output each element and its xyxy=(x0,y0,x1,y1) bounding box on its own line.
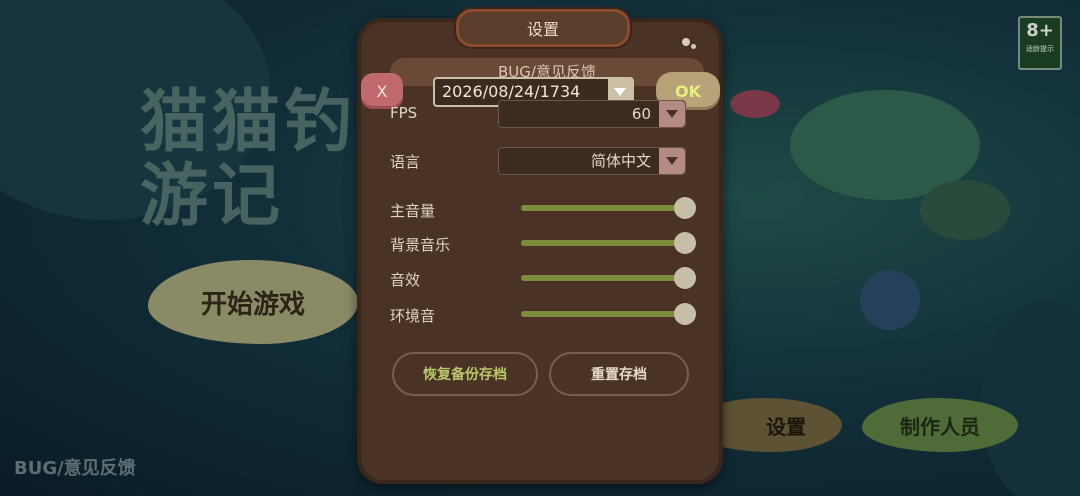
age-rating-badge: 8+ 适龄提示 xyxy=(1018,16,1062,70)
language-value: 简体中文 xyxy=(590,152,651,170)
age-rating: 8+ xyxy=(1026,20,1054,41)
slider-knob[interactable] xyxy=(674,197,696,219)
jar-illustration xyxy=(860,270,920,330)
fps-dropdown[interactable]: 60 xyxy=(498,100,686,128)
ambient-volume-slider[interactable] xyxy=(521,303,696,325)
age-rating-caption: 适龄提示 xyxy=(1026,45,1054,53)
slider-fill xyxy=(521,240,685,246)
music-volume-label: 背景音乐 xyxy=(390,236,451,254)
background-rock xyxy=(980,300,1080,496)
restore-backup-button[interactable]: 恢复备份存档 xyxy=(392,352,538,396)
start-game-button[interactable]: 开始游戏 xyxy=(148,260,358,344)
ambient-volume-label: 环境音 xyxy=(390,307,436,325)
sfx-volume-slider[interactable] xyxy=(521,267,696,289)
fps-dropdown-arrow-icon[interactable] xyxy=(659,101,685,127)
slider-fill xyxy=(521,311,685,317)
small-fish-illustration xyxy=(730,90,780,118)
settings-button-label: 设置 xyxy=(766,414,806,439)
language-dropdown-arrow-icon[interactable] xyxy=(659,148,685,174)
slider-fill xyxy=(521,275,685,281)
seaweed-illustration xyxy=(920,180,1010,240)
master-volume-label: 主音量 xyxy=(390,202,436,220)
music-volume-slider[interactable] xyxy=(521,232,696,254)
fps-label: FPS xyxy=(390,104,418,122)
fps-value: 60 xyxy=(631,105,651,123)
game-logo: 猫猫钓游记 xyxy=(140,83,357,236)
slider-knob[interactable] xyxy=(674,232,696,254)
language-label: 语言 xyxy=(390,153,421,171)
credits-button[interactable]: 制作人员 xyxy=(862,398,1018,452)
reset-save-button[interactable]: 重置存档 xyxy=(549,352,689,396)
language-dropdown[interactable]: 简体中文 xyxy=(498,147,686,175)
master-volume-slider[interactable] xyxy=(521,197,696,219)
slider-knob[interactable] xyxy=(674,267,696,289)
date-value: 2026/08/24/1734 xyxy=(442,82,581,101)
slider-knob[interactable] xyxy=(674,303,696,325)
sfx-volume-label: 音效 xyxy=(390,271,421,289)
slider-fill xyxy=(521,205,685,211)
settings-panel-title: 设置 xyxy=(456,9,630,47)
bug-feedback-link[interactable]: BUG/意见反馈 xyxy=(14,454,136,480)
